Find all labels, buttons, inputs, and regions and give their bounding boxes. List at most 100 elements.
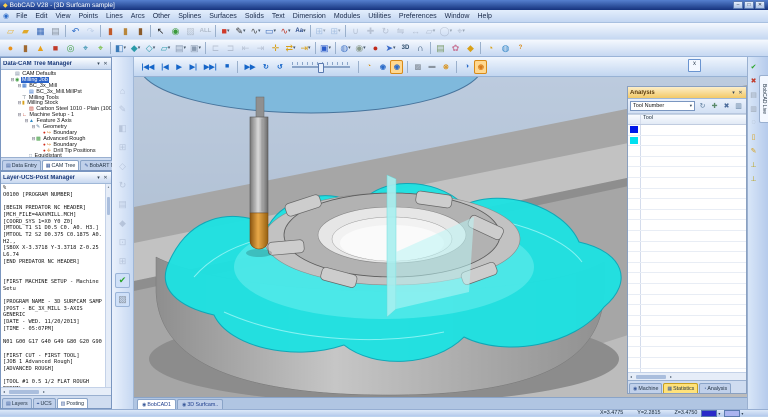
menu-window[interactable]: Window bbox=[441, 12, 474, 21]
tab-posting[interactable]: ▥Posting bbox=[57, 398, 88, 408]
scale-button[interactable]: ↔ bbox=[409, 24, 423, 38]
menu-view[interactable]: View bbox=[51, 12, 74, 21]
ucs-y-button[interactable]: ⌖ bbox=[94, 41, 108, 55]
fill-color-swatch[interactable] bbox=[724, 410, 740, 417]
section-button[interactable]: ▬ bbox=[425, 60, 438, 74]
repeat-cw-button[interactable]: ↻ bbox=[259, 60, 272, 74]
tab-ucs[interactable]: ⌖UCS bbox=[33, 398, 56, 408]
verify-cancel-icon[interactable]: ✖ bbox=[748, 75, 759, 86]
stop-point-button[interactable]: ● bbox=[369, 41, 383, 55]
plane-button[interactable]: ▱▾ bbox=[424, 24, 438, 38]
scroll-thumb[interactable] bbox=[636, 375, 666, 379]
menu-utilities[interactable]: Utilities bbox=[364, 12, 395, 21]
magnet-button[interactable]: ∪ bbox=[349, 24, 363, 38]
table-row[interactable] bbox=[628, 326, 746, 337]
snap-button[interactable]: ◉ bbox=[169, 24, 183, 38]
pin-icon[interactable]: ▾ bbox=[95, 175, 102, 181]
menu-edit[interactable]: Edit bbox=[31, 12, 51, 21]
strip-home-icon[interactable]: ⌂ bbox=[115, 83, 130, 98]
maximize-button[interactable]: □ bbox=[744, 1, 754, 9]
dropdown-caret-icon[interactable]: ▾ bbox=[718, 411, 720, 416]
table-row[interactable] bbox=[628, 199, 746, 210]
arc-mode-button[interactable]: ∩ bbox=[414, 41, 428, 55]
link-button[interactable]: ⊞▾ bbox=[314, 24, 328, 38]
dim-horizontal-button[interactable]: ✛ bbox=[269, 41, 283, 55]
scroll-right-icon[interactable]: ▸ bbox=[41, 389, 47, 394]
table-row[interactable] bbox=[628, 210, 746, 221]
pin-icon[interactable]: ▾ bbox=[95, 61, 102, 67]
move-button[interactable]: ✚ bbox=[364, 24, 378, 38]
table-row[interactable] bbox=[628, 125, 746, 136]
menu-modules[interactable]: Modules bbox=[330, 12, 364, 21]
strip-hole-icon[interactable]: ⊡ bbox=[115, 235, 130, 250]
linestyle-button[interactable]: ∿▾ bbox=[249, 24, 263, 38]
view-shaded-button[interactable]: ◆▾ bbox=[129, 41, 143, 55]
menu-lines[interactable]: Lines bbox=[102, 12, 127, 21]
analysis-report-button[interactable]: ▥ bbox=[733, 101, 744, 112]
table-row[interactable] bbox=[628, 284, 746, 295]
strip-ok-button[interactable]: ✔ bbox=[115, 273, 130, 288]
clamp-2-icon[interactable]: ⊥ bbox=[748, 173, 759, 184]
close-icon[interactable]: ✕ bbox=[102, 175, 109, 181]
document-tab-bobcad1[interactable]: ◉BobCAD1 bbox=[137, 399, 176, 409]
table-row[interactable] bbox=[628, 136, 746, 147]
menu-points[interactable]: Points bbox=[75, 12, 102, 21]
slider-thumb[interactable] bbox=[318, 63, 324, 73]
scroll-thumb[interactable] bbox=[107, 197, 110, 215]
strip-shell-icon[interactable]: ▤ bbox=[115, 197, 130, 212]
table-row[interactable] bbox=[628, 167, 746, 178]
solid-display-button[interactable]: ▣▾ bbox=[319, 41, 333, 55]
report-table-icon[interactable]: ▥ bbox=[748, 103, 759, 114]
table-row[interactable] bbox=[628, 273, 746, 284]
mode-3d-button[interactable]: 3D bbox=[399, 41, 413, 55]
table-row[interactable] bbox=[628, 146, 746, 157]
rotate-button[interactable]: ↻ bbox=[379, 24, 393, 38]
fast-forward-button[interactable]: ▶▶ bbox=[242, 60, 259, 74]
go-end-button[interactable]: ▶▶| bbox=[201, 60, 220, 74]
strip-apply-button[interactable]: ▧ bbox=[115, 292, 130, 307]
cone-button[interactable]: ▲ bbox=[34, 41, 48, 55]
verify-ok-icon[interactable]: ✔ bbox=[748, 61, 759, 72]
capture-button[interactable]: ▤ bbox=[434, 41, 448, 55]
speed-slider[interactable] bbox=[292, 61, 350, 72]
align-top-button[interactable]: ⇤ bbox=[239, 41, 253, 55]
sphere-button[interactable]: ◯▾ bbox=[439, 24, 454, 38]
undo-button[interactable]: ↶ bbox=[69, 24, 83, 38]
step-back-button[interactable]: |◀ bbox=[158, 60, 171, 74]
table-row[interactable] bbox=[628, 178, 746, 189]
open-button[interactable]: ▰ bbox=[19, 24, 33, 38]
pin-icon[interactable]: ▾ bbox=[730, 90, 737, 96]
dim-angle-button[interactable]: ⇥▾ bbox=[299, 41, 313, 55]
menu-splines[interactable]: Splines bbox=[174, 12, 205, 21]
verify-button[interactable]: ◉ bbox=[474, 60, 487, 74]
delete-button[interactable]: ▮ bbox=[104, 24, 118, 38]
document-tab-3d-surfcam-[interactable]: ◉3D Surfcam.. bbox=[177, 399, 223, 409]
table-row[interactable] bbox=[628, 189, 746, 200]
annotate-icon[interactable]: ✎ bbox=[748, 145, 759, 156]
table-row[interactable] bbox=[628, 316, 746, 327]
show-tool-toggle[interactable]: ◔ bbox=[362, 60, 375, 74]
horizontal-scrollbar[interactable]: ◂ ▸ bbox=[1, 387, 111, 395]
tab-data-entry[interactable]: ▤Data Entry bbox=[2, 160, 41, 170]
compare-button[interactable]: ◑ bbox=[460, 60, 473, 74]
table-row[interactable] bbox=[628, 157, 746, 168]
pen-button[interactable]: ✎▾ bbox=[234, 24, 248, 38]
break-button[interactable]: ▮ bbox=[134, 24, 148, 38]
table-row[interactable] bbox=[628, 231, 746, 242]
table-row[interactable] bbox=[628, 220, 746, 231]
color-button[interactable]: ■▾ bbox=[219, 24, 233, 38]
menu-arcs[interactable]: Arcs bbox=[127, 12, 149, 21]
close-icon[interactable]: ✕ bbox=[102, 61, 109, 67]
grid-button[interactable]: ⊞▾ bbox=[329, 24, 343, 38]
menu-dimension[interactable]: Dimension bbox=[289, 12, 330, 21]
stop-button[interactable]: ■ bbox=[221, 60, 234, 74]
tab-statistics[interactable]: ▦Statistics bbox=[663, 383, 698, 393]
minimize-button[interactable]: – bbox=[733, 1, 743, 9]
show-holder-toggle[interactable]: ◉ bbox=[376, 60, 389, 74]
menu-help[interactable]: Help bbox=[474, 12, 496, 21]
viewport-close-button[interactable]: x bbox=[688, 59, 701, 72]
horizontal-scrollbar[interactable]: ◂ ▸ bbox=[628, 372, 746, 380]
help-button[interactable]: ? bbox=[514, 41, 528, 55]
clamp-1-icon[interactable]: ⊥ bbox=[748, 159, 759, 170]
analysis-delete-button[interactable]: ✖ bbox=[721, 101, 732, 112]
